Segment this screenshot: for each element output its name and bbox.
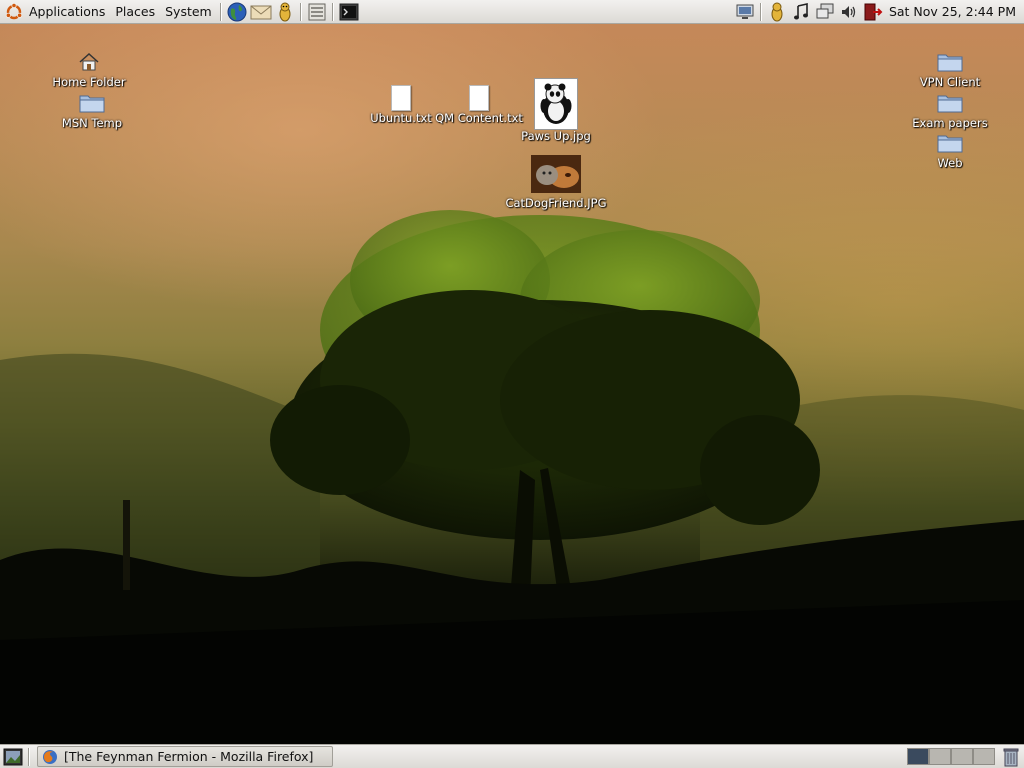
workspace-3[interactable] bbox=[951, 748, 973, 765]
logout-icon[interactable] bbox=[862, 1, 884, 23]
desktop-icon-exam-papers[interactable]: Exam papers bbox=[906, 93, 994, 130]
desktop-icon-label: Ubuntu.txt bbox=[370, 111, 432, 125]
desktop-icon-web[interactable]: Web bbox=[922, 133, 978, 170]
desktop-icon-label: Exam papers bbox=[912, 116, 988, 130]
desktop-icon-label: CatDogFriend.JPG bbox=[505, 196, 607, 210]
panel-separator bbox=[759, 2, 762, 21]
workspace-4[interactable] bbox=[973, 748, 995, 765]
text-file-icon bbox=[391, 85, 411, 111]
top-panel: Applications Places System Sat Nov 25, 2… bbox=[0, 0, 1024, 24]
workspace-1[interactable] bbox=[907, 748, 929, 765]
clock[interactable]: Sat Nov 25, 2:44 PM bbox=[885, 4, 1024, 19]
text-editor-icon[interactable] bbox=[306, 1, 328, 23]
panel-separator bbox=[219, 2, 222, 21]
desktop-icon-label: MSN Temp bbox=[61, 116, 123, 130]
text-file-icon bbox=[469, 85, 489, 111]
desktop-icon-catdogfriend[interactable]: CatDogFriend.JPG bbox=[505, 155, 607, 210]
home-icon bbox=[79, 52, 99, 71]
desktop-icon-label: Web bbox=[937, 156, 963, 170]
desktop-icon-label: QM Content.txt bbox=[435, 111, 523, 125]
email-icon[interactable] bbox=[250, 1, 272, 23]
network-icon[interactable] bbox=[734, 1, 756, 23]
bottom-panel: [The Feynman Fermion - Mozilla Firefox] bbox=[0, 744, 1024, 768]
image-thumbnail-icon bbox=[534, 78, 578, 130]
desktop-icon-home-folder[interactable]: Home Folder bbox=[52, 52, 126, 89]
panel-separator bbox=[299, 2, 302, 21]
taskbar-button-firefox[interactable]: [The Feynman Fermion - Mozilla Firefox] bbox=[37, 746, 333, 767]
ubuntu-logo-icon[interactable] bbox=[4, 2, 24, 22]
desktop-icon-ubuntu-txt[interactable]: Ubuntu.txt bbox=[368, 85, 434, 125]
panel-separator bbox=[331, 2, 334, 21]
workspace-2[interactable] bbox=[929, 748, 951, 765]
places-menu[interactable]: Places bbox=[110, 1, 160, 23]
music-icon[interactable] bbox=[790, 1, 812, 23]
desktop-icon-paws-up[interactable]: Paws Up.jpg bbox=[520, 78, 592, 143]
image-thumbnail-icon bbox=[531, 155, 581, 193]
desktop-icon-label: VPN Client bbox=[919, 75, 981, 89]
desktop-icon-label: Home Folder bbox=[52, 75, 126, 89]
system-menu[interactable]: System bbox=[160, 1, 217, 23]
desktop-icon-label: Paws Up.jpg bbox=[521, 129, 591, 143]
workspace-switcher bbox=[907, 748, 995, 765]
notification-area: Sat Nov 25, 2:44 PM bbox=[733, 1, 1024, 23]
trash-icon[interactable] bbox=[1000, 746, 1022, 768]
folder-icon bbox=[79, 95, 105, 113]
show-desktop-button[interactable] bbox=[2, 746, 24, 768]
applications-menu[interactable]: Applications bbox=[24, 1, 110, 23]
folder-icon bbox=[937, 95, 963, 113]
terminal-icon[interactable] bbox=[338, 1, 360, 23]
desktop-icon-vpn-client[interactable]: VPN Client bbox=[914, 52, 986, 89]
messenger-tray-icon[interactable] bbox=[766, 1, 788, 23]
display-icon[interactable] bbox=[814, 1, 836, 23]
web-browser-icon[interactable] bbox=[226, 1, 248, 23]
desktop-icon-msn-temp[interactable]: MSN Temp bbox=[56, 93, 128, 130]
show-desktop-icon bbox=[3, 748, 23, 765]
messenger-icon[interactable] bbox=[274, 1, 296, 23]
taskbar-button-title: [The Feynman Fermion - Mozilla Firefox] bbox=[64, 749, 314, 764]
volume-icon[interactable] bbox=[838, 1, 860, 23]
folder-icon bbox=[937, 135, 963, 153]
desktop-icon-qm-content[interactable]: QM Content.txt bbox=[435, 85, 523, 125]
folder-icon bbox=[937, 54, 963, 72]
firefox-icon bbox=[43, 749, 57, 764]
panel-separator bbox=[28, 747, 30, 766]
